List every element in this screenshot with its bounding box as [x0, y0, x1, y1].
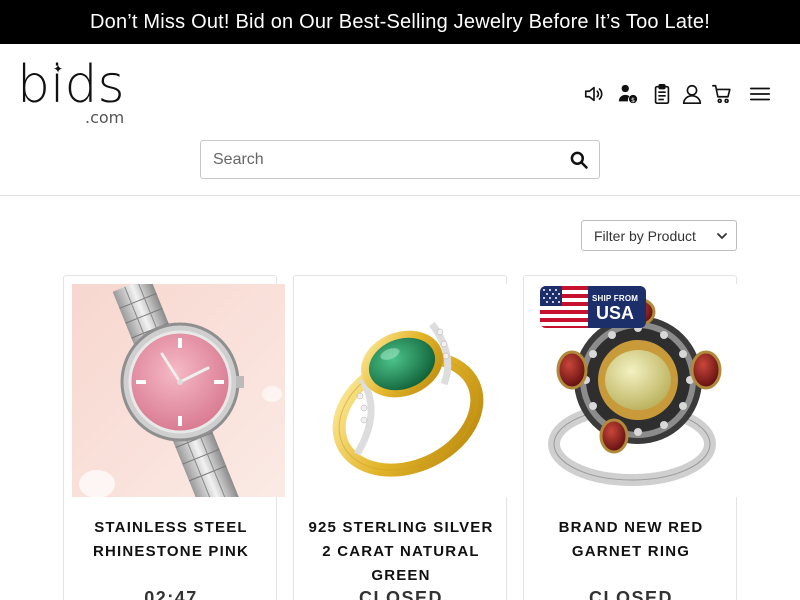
product-image-green-ring[interactable]	[302, 284, 515, 497]
product-countdown: 02:47	[144, 588, 198, 600]
product-status: CLOSED	[588, 588, 673, 600]
promo-banner: Don’t Miss Out! Bid on Our Best-Selling …	[0, 0, 800, 44]
promo-text: Don’t Miss Out! Bid on Our Best-Selling …	[89, 10, 710, 33]
site-logo[interactable]: bids ✦ .com	[17, 55, 137, 128]
product-title[interactable]: STAINLESS STEEL RHINESTONE PINK	[64, 516, 278, 564]
badge-big-text: USA	[596, 303, 635, 323]
product-image-watch[interactable]	[72, 284, 285, 497]
product-card[interactable]: STAINLESS STEEL RHINESTONE PINK 02:47	[63, 275, 285, 600]
filter-by-product-select[interactable]: Filter by Product	[581, 220, 737, 251]
search-bar	[200, 140, 600, 179]
chevron-down-icon	[717, 233, 727, 239]
speaker-icon[interactable]	[582, 82, 606, 106]
logo-star-icon: ✦	[53, 62, 64, 76]
ship-from-usa-badge: SHIP FROM USA	[540, 286, 646, 328]
us-flag-icon	[540, 286, 588, 328]
user-dollar-icon[interactable]: $	[616, 82, 640, 106]
product-card[interactable]: 925 STERLING SILVER 2 CARAT NATURAL GREE…	[293, 275, 515, 600]
cart-icon[interactable]	[710, 82, 734, 106]
account-icon[interactable]	[680, 82, 704, 106]
product-status: CLOSED	[358, 588, 443, 600]
site-header: bids ✦ .com $	[0, 44, 800, 196]
product-card[interactable]: SHIP FROM USA BRAND NEW RED GARNET RING …	[523, 275, 745, 600]
search-input[interactable]	[201, 141, 561, 178]
filter-selected-label: Filter by Product	[594, 227, 696, 244]
product-title[interactable]: 925 STERLING SILVER 2 CARAT NATURAL GREE…	[294, 516, 508, 588]
clipboard-icon[interactable]	[650, 82, 674, 106]
menu-icon[interactable]	[748, 82, 772, 106]
logo-domain: .com	[85, 108, 125, 127]
badge-small-text: SHIP FROM	[592, 294, 639, 303]
search-icon[interactable]	[569, 150, 589, 170]
product-title[interactable]: BRAND NEW RED GARNET RING	[524, 516, 738, 564]
svg-text:$: $	[631, 96, 635, 104]
